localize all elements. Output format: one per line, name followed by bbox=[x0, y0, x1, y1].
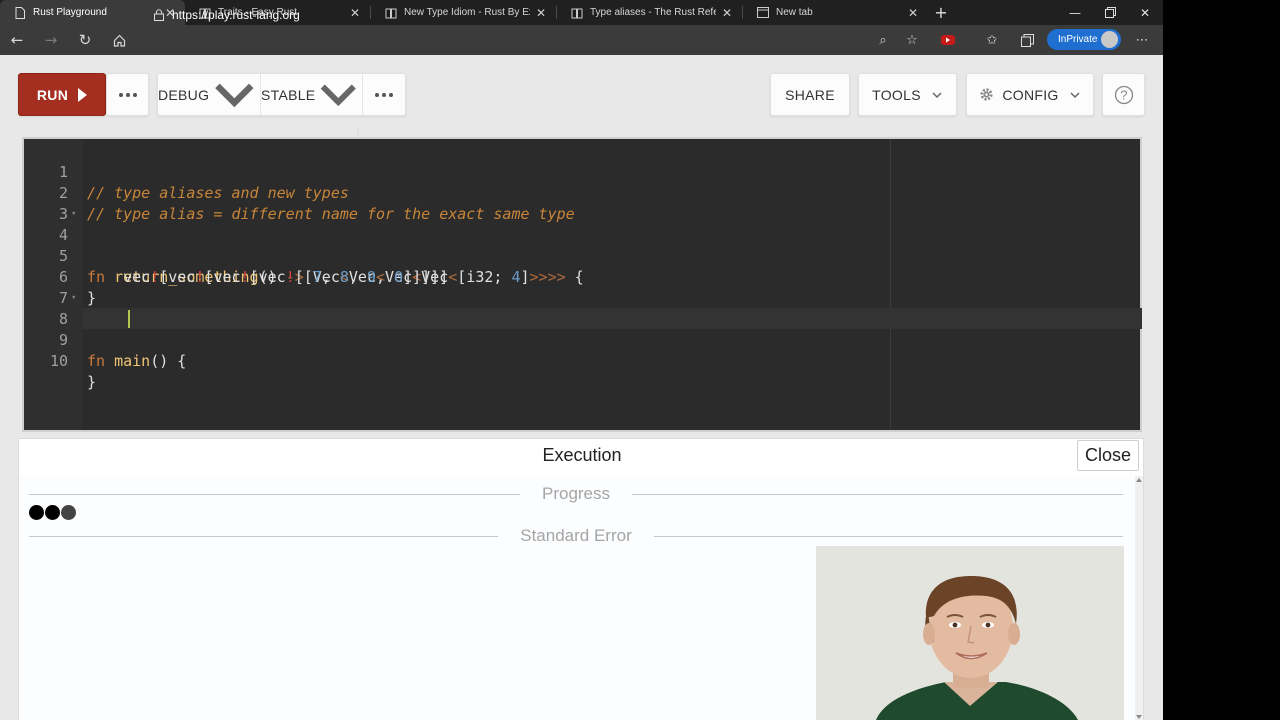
scroll-up-arrow-icon[interactable] bbox=[1136, 478, 1142, 482]
chevron-down-icon bbox=[321, 84, 357, 107]
play-icon bbox=[78, 87, 88, 102]
progress-label: Progress bbox=[541, 484, 611, 503]
loading-dots-icon bbox=[29, 505, 76, 520]
help-icon: ? bbox=[1114, 85, 1133, 104]
fold-arrow-icon[interactable]: ▾ bbox=[71, 288, 76, 309]
back-arrow-icon[interactable]: ← bbox=[0, 25, 34, 55]
text-cursor bbox=[128, 310, 130, 328]
restore-icon[interactable] bbox=[1092, 0, 1128, 25]
more-menu-icon[interactable]: ⋯ bbox=[1127, 25, 1157, 55]
divider bbox=[29, 535, 499, 537]
code-line-5[interactable]: 5 vec![vec![vec![vec![[7, 8, 9, 0]]]]] bbox=[24, 225, 1142, 286]
inprivate-badge[interactable]: InPrivate bbox=[1047, 29, 1121, 50]
stderr-section-header: Standard Error bbox=[29, 524, 1123, 548]
debug-label: DEBUG bbox=[158, 86, 210, 103]
debug-mode-button[interactable]: DEBUG bbox=[158, 74, 261, 115]
screen-margin bbox=[1163, 0, 1280, 720]
favorites-icon[interactable]: ✩ bbox=[977, 25, 1007, 55]
svg-text:?: ? bbox=[1120, 87, 1128, 102]
chevron-down-icon bbox=[215, 83, 254, 108]
extension-icon[interactable] bbox=[933, 25, 963, 55]
url-field[interactable]: https://play.rust-lang.org bbox=[146, 3, 906, 27]
code-line-8[interactable]: 8 ▾ fn main() { bbox=[24, 288, 1142, 370]
more-dots-icon bbox=[375, 92, 393, 97]
webcam-overlay bbox=[816, 546, 1124, 720]
chevron-down-icon bbox=[1070, 91, 1080, 98]
inprivate-label: InPrivate bbox=[1058, 34, 1098, 45]
code-line-9[interactable]: 9 bbox=[24, 309, 1142, 349]
url-text: https://play.rust-lang.org bbox=[172, 8, 300, 22]
code-text: fn main() { bbox=[87, 352, 187, 370]
code-editor[interactable]: 1 // type aliases and new types 2 // typ… bbox=[22, 126, 1142, 432]
fold-arrow-icon[interactable]: ▾ bbox=[71, 204, 76, 225]
code-line-4[interactable]: 4 ▾ fn return_something() -> Vec<Vec<Vec… bbox=[24, 204, 1142, 286]
gear-icon bbox=[980, 88, 993, 101]
tools-label: TOOLS bbox=[872, 86, 921, 103]
tab-title: Rust Playground bbox=[33, 7, 107, 18]
code-text: } bbox=[87, 373, 97, 391]
line-number: 10 bbox=[49, 352, 68, 370]
code-line-10[interactable]: 10 } bbox=[24, 330, 1142, 391]
favorite-star-icon[interactable]: ☆ bbox=[897, 25, 927, 55]
code-line-2[interactable]: 2 // type alias = different name for the… bbox=[24, 162, 1142, 223]
run-button[interactable]: RUN bbox=[18, 73, 106, 116]
divider bbox=[632, 493, 1123, 495]
output-scrollbar[interactable] bbox=[1135, 476, 1143, 720]
build-options-group: DEBUG STABLE bbox=[157, 73, 406, 116]
more-dots-icon bbox=[118, 92, 137, 97]
home-icon[interactable] bbox=[102, 25, 136, 55]
tools-button[interactable]: TOOLS bbox=[858, 73, 957, 116]
config-button[interactable]: CONFIG bbox=[966, 73, 1094, 116]
mouse-ibeam-cursor-icon: I bbox=[356, 126, 361, 142]
stderr-label: Standard Error bbox=[520, 526, 632, 545]
new-tab-plus-icon[interactable]: + bbox=[928, 0, 954, 25]
divider bbox=[29, 493, 520, 495]
run-label: RUN bbox=[36, 86, 69, 103]
collections-icon[interactable] bbox=[1012, 25, 1042, 55]
profile-avatar-icon bbox=[1101, 31, 1118, 48]
chevron-down-icon bbox=[932, 91, 942, 98]
code-line-7[interactable]: 7 bbox=[24, 267, 1142, 307]
run-options-button[interactable] bbox=[106, 73, 149, 116]
help-button[interactable]: ? bbox=[1102, 73, 1145, 116]
page-icon bbox=[14, 6, 26, 19]
share-button[interactable]: SHARE bbox=[770, 73, 850, 116]
divider bbox=[653, 535, 1123, 537]
minimize-icon[interactable]: — bbox=[1057, 0, 1093, 25]
share-label: SHARE bbox=[785, 86, 835, 103]
advanced-options-button[interactable] bbox=[363, 74, 405, 115]
close-output-button[interactable]: Close bbox=[1077, 440, 1139, 471]
screen: Rust Playground ✕ Traits - Easy Rust ✕ N… bbox=[0, 0, 1280, 720]
refresh-icon[interactable]: ↻ bbox=[68, 25, 102, 55]
scroll-down-arrow-icon[interactable] bbox=[1136, 715, 1142, 719]
stable-label: STABLE bbox=[261, 86, 316, 103]
code-line-6[interactable]: 6 } bbox=[24, 246, 1142, 307]
code-line-3[interactable]: 3 bbox=[24, 183, 1142, 223]
config-label: CONFIG bbox=[1002, 86, 1059, 103]
progress-section-header: Progress bbox=[29, 482, 1123, 506]
close-tab-icon[interactable]: ✕ bbox=[906, 6, 920, 20]
channel-stable-button[interactable]: STABLE bbox=[261, 74, 363, 115]
output-title: Execution bbox=[542, 445, 622, 465]
lock-icon bbox=[146, 9, 172, 21]
forward-arrow-icon[interactable]: → bbox=[34, 25, 68, 55]
presenter-video-image bbox=[816, 546, 1124, 720]
close-window-icon[interactable]: ✕ bbox=[1127, 0, 1163, 25]
zoom-icon[interactable]: ⌕ bbox=[868, 25, 898, 55]
code-line-1[interactable]: 1 // type aliases and new types bbox=[24, 141, 1142, 202]
